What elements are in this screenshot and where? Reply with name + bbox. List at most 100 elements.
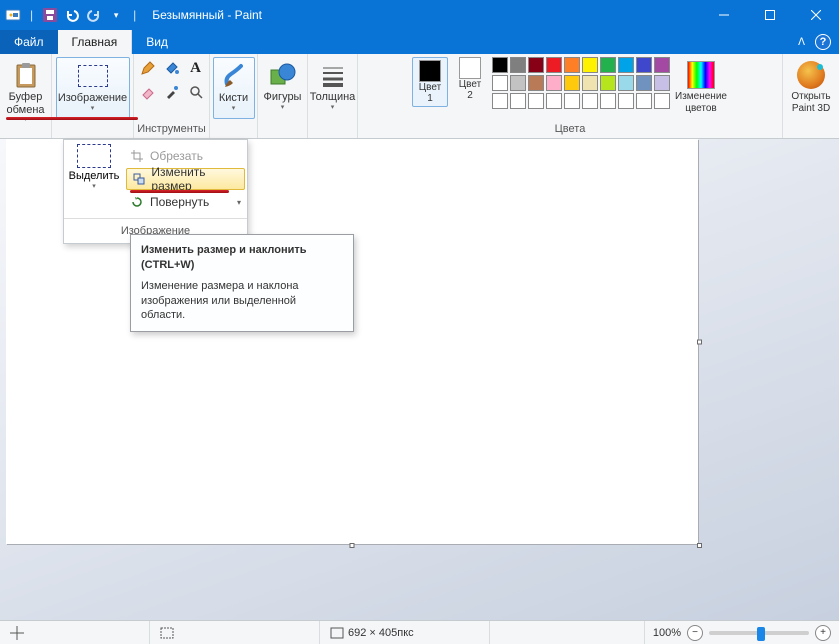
color-swatch[interactable] [546, 57, 562, 73]
color-swatch[interactable] [582, 93, 598, 109]
ribbon: Буфер обмена ▾ Изображение ▾ A Инструмен… [0, 54, 839, 139]
resize-icon [133, 172, 145, 186]
window-title: Безымянный - Paint [152, 8, 262, 22]
resize-item[interactable]: Изменить размер [126, 168, 245, 190]
color-swatch[interactable] [546, 75, 562, 91]
resize-handle-right[interactable] [697, 339, 702, 344]
color-swatch[interactable] [528, 75, 544, 91]
tooltip: Изменить размер и наклонить (CTRL+W) Изм… [130, 234, 354, 332]
zoom-slider[interactable] [709, 631, 809, 635]
color1-button[interactable]: Цвет 1 [412, 57, 448, 107]
color-swatch[interactable] [600, 75, 616, 91]
color-swatch[interactable] [600, 93, 616, 109]
edit-colors-button[interactable]: Изменение цветов [674, 57, 728, 116]
color-swatch[interactable] [618, 75, 634, 91]
status-bar: 692 × 405пкс 100% − + [0, 620, 839, 644]
shapes-button[interactable]: Фигуры ▾ [260, 57, 306, 114]
minimize-button[interactable] [701, 0, 747, 30]
zoom-out-button[interactable]: − [687, 625, 703, 641]
image-label: Изображение [58, 92, 127, 105]
rotate-item[interactable]: Повернуть ▾ [124, 190, 247, 214]
menu-strip: Файл Главная Вид ᐱ ? [0, 30, 839, 54]
color-swatch[interactable] [600, 57, 616, 73]
size-label: Толщина [310, 91, 356, 104]
edit-colors-label: Изменение цветов [675, 91, 727, 114]
color-swatch[interactable] [510, 93, 526, 109]
clipboard-label: Буфер обмена [6, 91, 44, 116]
color-swatch[interactable] [492, 57, 508, 73]
select-label: Выделить [69, 170, 120, 182]
tooltip-body: Изменение размера и наклона изображения … [141, 279, 343, 324]
magnifier-tool[interactable] [185, 81, 207, 103]
color2-label: Цвет 2 [459, 79, 481, 101]
pencil-tool[interactable] [137, 57, 159, 79]
canvas-size-icon [330, 627, 344, 639]
selection-size-icon [160, 627, 174, 639]
redo-icon[interactable] [85, 6, 103, 24]
picker-tool[interactable] [161, 81, 183, 103]
color-swatch[interactable] [564, 57, 580, 73]
zoom-in-button[interactable]: + [815, 625, 831, 641]
canvas-size-text: 692 × 405пкс [348, 627, 414, 639]
size-button[interactable]: Толщина ▾ [306, 57, 360, 114]
color-swatch[interactable] [510, 57, 526, 73]
colors-group-label: Цвета [555, 123, 586, 136]
color-swatch[interactable] [636, 75, 652, 91]
tab-home[interactable]: Главная [58, 30, 133, 54]
color-swatch[interactable] [528, 93, 544, 109]
tab-file[interactable]: Файл [0, 30, 58, 54]
zoom-value: 100% [653, 627, 681, 639]
color-swatch[interactable] [636, 93, 652, 109]
color-swatch[interactable] [618, 93, 634, 109]
color-swatch[interactable] [546, 93, 562, 109]
color1-label: Цвет 1 [419, 82, 441, 104]
resize-handle-corner[interactable] [697, 543, 702, 548]
cursor-pos-icon [10, 626, 24, 640]
color-swatch[interactable] [492, 93, 508, 109]
resize-label: Изменить размер [151, 165, 238, 193]
color-swatch[interactable] [654, 75, 670, 91]
color-swatch[interactable] [510, 75, 526, 91]
color-swatch[interactable] [582, 75, 598, 91]
customize-qat-icon[interactable]: ▾ [107, 6, 125, 24]
save-icon[interactable] [41, 6, 59, 24]
crop-icon [130, 149, 144, 163]
color-swatch[interactable] [564, 93, 580, 109]
maximize-button[interactable] [747, 0, 793, 30]
color-swatch[interactable] [654, 57, 670, 73]
color2-button[interactable]: Цвет 2 [452, 57, 488, 101]
color-swatch[interactable] [618, 57, 634, 73]
help-icon[interactable]: ? [815, 34, 831, 50]
color-swatch[interactable] [654, 93, 670, 109]
color-swatch[interactable] [564, 75, 580, 91]
brushes-label: Кисти [219, 92, 248, 105]
crop-label: Обрезать [150, 149, 203, 163]
fill-tool[interactable] [161, 57, 183, 79]
annotation-underline-2 [130, 190, 229, 193]
tools-group-label: Инструменты [137, 123, 206, 136]
resize-handle-bottom[interactable] [350, 543, 355, 548]
tab-view[interactable]: Вид [132, 30, 182, 54]
text-tool[interactable]: A [185, 57, 207, 79]
select-button[interactable]: Выделить ▾ [64, 140, 124, 214]
shapes-label: Фигуры [264, 91, 302, 104]
color-swatch[interactable] [492, 75, 508, 91]
close-button[interactable] [793, 0, 839, 30]
paint3d-label: Открыть Paint 3D [791, 91, 830, 114]
tooltip-title: Изменить размер и наклонить (CTRL+W) [141, 243, 343, 273]
image-button[interactable]: Изображение ▾ [56, 57, 130, 119]
rotate-icon [130, 195, 144, 209]
color-swatch[interactable] [528, 57, 544, 73]
paint3d-button[interactable]: Открыть Paint 3D [787, 57, 834, 116]
annotation-underline-1 [6, 117, 138, 120]
color-palette[interactable] [492, 57, 670, 109]
color-swatch[interactable] [582, 57, 598, 73]
undo-icon[interactable] [63, 6, 81, 24]
eraser-tool[interactable] [137, 81, 159, 103]
app-icon [4, 6, 22, 24]
collapse-ribbon-icon[interactable]: ᐱ [798, 37, 805, 48]
title-bar: | ▾ | Безымянный - Paint [0, 0, 839, 30]
color-swatch[interactable] [636, 57, 652, 73]
brushes-button[interactable]: Кисти ▾ [213, 57, 255, 119]
clipboard-button[interactable]: Буфер обмена ▾ [2, 57, 48, 126]
